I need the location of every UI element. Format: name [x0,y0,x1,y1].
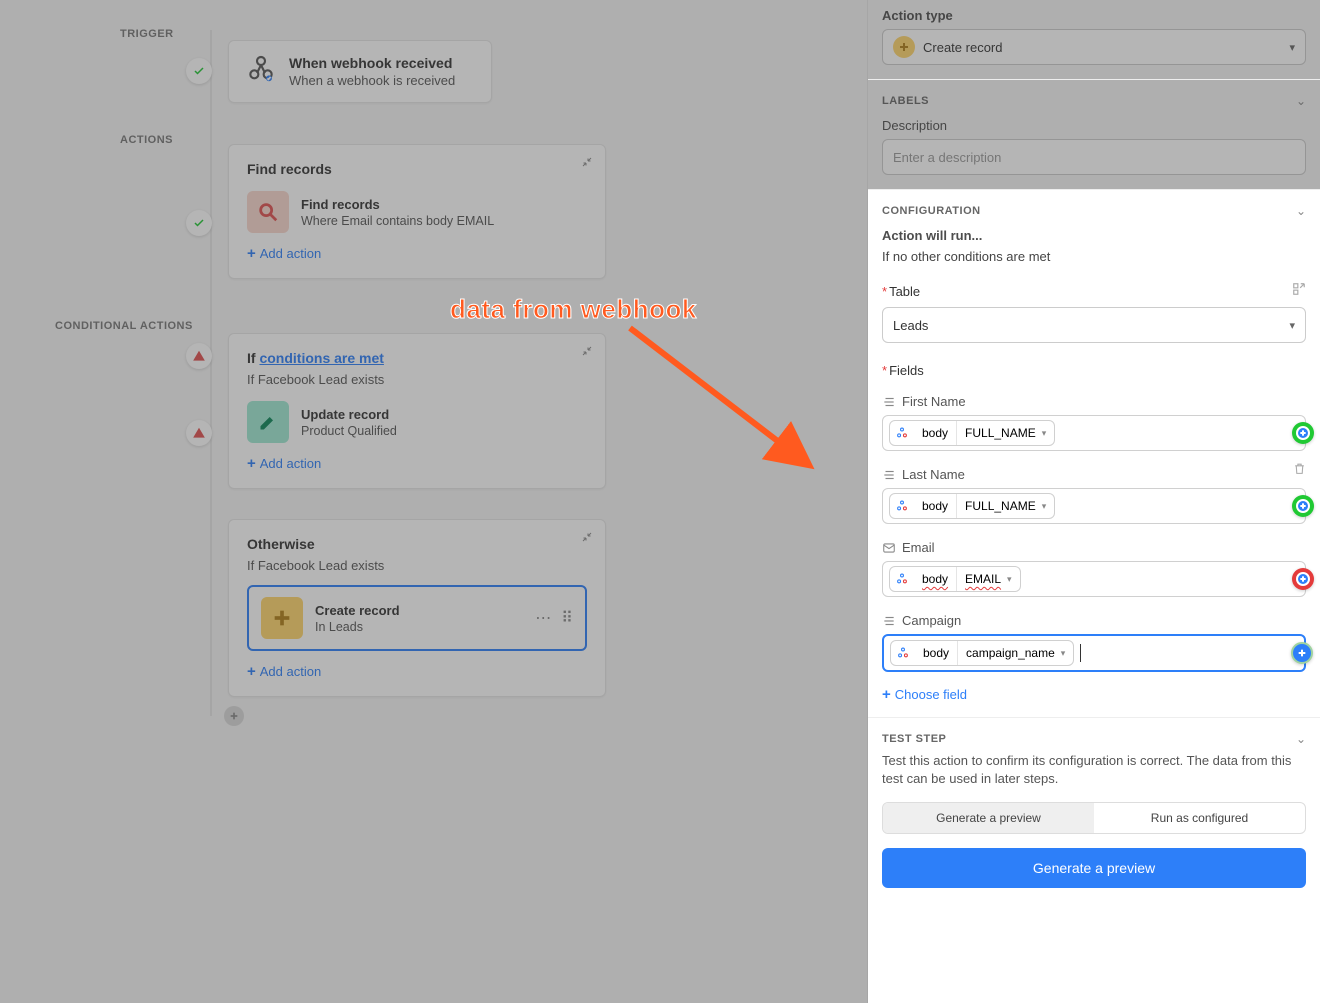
chevron-down-icon[interactable]: ⌄ [1296,204,1306,218]
description-label: Description [882,118,1306,133]
webhook-token[interactable]: body FULL_NAME▾ [889,493,1055,519]
group-title: Otherwise [247,536,587,552]
otherwise-group[interactable]: Otherwise If Facebook Lead exists Create… [228,519,606,697]
collapse-icon[interactable] [581,344,593,362]
webhook-icon [890,572,914,586]
trigger-title: When webhook received [289,55,455,71]
field-email-input[interactable]: body EMAIL▾ [882,561,1306,597]
group-subtitle: If Facebook Lead exists [247,558,587,573]
chevron-down-icon[interactable]: ▾ [1007,574,1012,585]
table-select[interactable]: Leads ▾ [882,307,1306,343]
action-item-title: Create record [315,603,400,618]
status-warn-icon [186,420,212,446]
seg-preview[interactable]: Generate a preview [883,803,1094,833]
add-action-link[interactable]: +Add action [247,663,587,680]
field-campaign-label: Campaign [902,613,961,628]
status-ok-icon [186,58,212,84]
description-input[interactable]: Enter a description [882,139,1306,175]
fields-label: Fields [889,363,924,378]
find-records-group[interactable]: Find records Find records Where Email co… [228,144,606,279]
field-email-label: Email [902,540,935,555]
status-ok-icon [186,210,212,236]
seg-run[interactable]: Run as configured [1094,803,1305,833]
webhook-token[interactable]: body FULL_NAME▾ [889,420,1055,446]
chevron-down-icon[interactable]: ▾ [1061,648,1066,659]
choose-field-button[interactable]: +Choose field [882,686,1306,703]
create-record-item[interactable]: Create record In Leads ⋯ ⠿ [247,585,587,651]
pencil-icon [247,401,289,443]
section-trigger-label: TRIGGER [120,28,174,40]
run-label: Action will run... [882,228,1306,243]
field-first-name-input[interactable]: body FULL_NAME▾ [882,415,1306,451]
add-token-button[interactable] [1291,642,1313,664]
group-subtitle: If Facebook Lead exists [247,372,587,387]
chevron-down-icon[interactable]: ⌄ [1296,732,1306,746]
section-conditional-label: CONDITIONAL ACTIONS [55,320,193,332]
add-step-button[interactable] [224,706,244,726]
generate-preview-button[interactable]: Generate a preview [882,848,1306,888]
annotation-text: data from webhook [450,294,697,325]
chevron-down-icon[interactable]: ▾ [1042,428,1047,439]
webhook-token[interactable]: body campaign_name▾ [890,640,1074,666]
webhook-icon [890,426,914,440]
add-token-button[interactable] [1292,422,1314,444]
webhook-token[interactable]: body EMAIL▾ [889,566,1021,592]
webhook-icon [890,499,914,513]
action-type-select[interactable]: Create record ▾ [882,29,1306,65]
text-cursor [1080,644,1081,662]
configuration-header: CONFIGURATION [882,205,981,217]
action-type-label: Action type [882,8,1306,23]
action-item-sub: Product Qualified [301,424,397,438]
collapse-icon[interactable] [581,155,593,173]
chevron-down-icon: ▾ [1289,41,1295,54]
delete-field-button[interactable] [1293,462,1306,478]
side-panel: Action type Create record ▾ LABELS ⌄ Des… [868,0,1320,1003]
field-last-name-label: Last Name [902,467,965,482]
action-item-title: Update record [301,407,397,422]
more-icon[interactable]: ⋯ [535,608,551,628]
table-label: Table [889,284,920,299]
field-campaign-input[interactable]: body campaign_name▾ [882,634,1306,672]
trigger-sub: When a webhook is received [289,73,455,88]
conditional-group[interactable]: If conditions are met If Facebook Lead e… [228,333,606,489]
chevron-down-icon[interactable]: ⌄ [1296,94,1306,108]
action-item-sub: Where Email contains body EMAIL [301,214,494,228]
run-value: If no other conditions are met [882,249,1306,264]
add-action-link[interactable]: +Add action [247,455,587,472]
labels-header: LABELS [882,95,929,107]
drag-handle-icon[interactable]: ⠿ [561,608,573,628]
action-item-title: Find records [301,197,494,212]
group-title: Find records [247,161,587,177]
collapse-icon[interactable] [581,530,593,548]
add-token-button[interactable] [1292,495,1314,517]
plus-icon [261,597,303,639]
trigger-card[interactable]: When webhook received When a webhook is … [228,40,492,103]
search-icon [247,191,289,233]
chevron-down-icon[interactable]: ▾ [1042,501,1047,512]
action-item-sub: In Leads [315,620,400,634]
field-first-name-label: First Name [902,394,966,409]
conditions-link[interactable]: conditions are met [259,350,383,366]
webhook-icon [891,646,915,660]
plus-icon [893,36,915,58]
test-mode-toggle[interactable]: Generate a preview Run as configured [882,802,1306,834]
section-actions-label: ACTIONS [120,134,173,146]
test-step-header: TEST STEP [882,733,946,745]
test-description: Test this action to confirm its configur… [882,752,1306,788]
open-table-icon[interactable] [1292,282,1306,301]
status-warn-icon [186,343,212,369]
group-title: If conditions are met [247,350,587,366]
chevron-down-icon: ▾ [1289,319,1295,332]
webhook-icon [245,53,277,90]
add-token-button[interactable] [1292,568,1314,590]
add-action-link[interactable]: +Add action [247,245,587,262]
field-last-name-input[interactable]: body FULL_NAME▾ [882,488,1306,524]
